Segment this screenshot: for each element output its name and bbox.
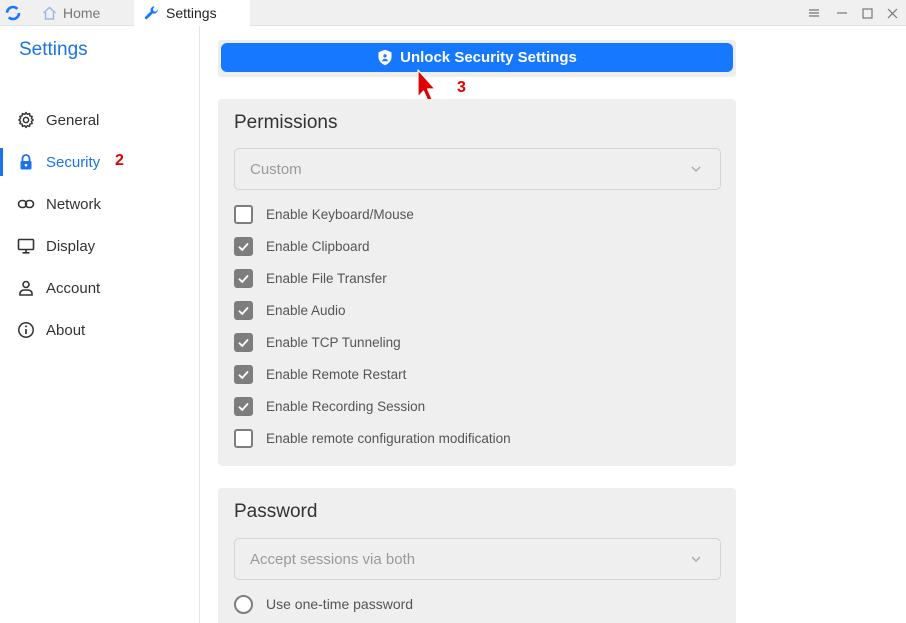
- chevron-down-icon: [691, 166, 701, 172]
- permissions-card: Permissions Custom Enable Keyboard/Mouse…: [218, 99, 736, 466]
- checkbox-label: Enable Keyboard/Mouse: [266, 206, 414, 222]
- checkbox[interactable]: [234, 204, 253, 224]
- gear-icon: [18, 111, 34, 129]
- tab-home-label: Home: [63, 5, 101, 21]
- unlock-bar: Unlock Security Settings: [218, 40, 736, 77]
- password-mode-value: Accept sessions via both: [250, 551, 416, 568]
- checkbox-label: Enable Remote Restart: [266, 366, 407, 382]
- radio-label: Use one-time password: [266, 596, 414, 612]
- sidebar-title: Settings: [19, 39, 88, 60]
- app-logo-icon: [5, 5, 21, 21]
- wrench-icon: [144, 6, 158, 20]
- sidebar-item-display[interactable]: Display: [0, 228, 199, 264]
- checkbox[interactable]: [234, 396, 253, 416]
- sidebar-item-account[interactable]: Account: [0, 270, 199, 306]
- main-panel: Unlock Security Settings 3 Permissions C…: [200, 26, 906, 623]
- checkbox-tcp-tunneling[interactable]: Enable TCP Tunneling: [234, 331, 401, 353]
- checkbox[interactable]: [234, 300, 253, 320]
- checkbox-clipboard[interactable]: Enable Clipboard: [234, 235, 370, 257]
- checkbox-label: Enable TCP Tunneling: [266, 334, 401, 350]
- link-icon: [17, 199, 35, 209]
- sidebar: Settings General Security 2 Network Disp…: [0, 26, 200, 623]
- checkbox-remote-restart[interactable]: Enable Remote Restart: [234, 363, 406, 385]
- checkbox-audio[interactable]: Enable Audio: [234, 299, 346, 321]
- checkbox[interactable]: [234, 268, 253, 288]
- unlock-button-label: Unlock Security Settings: [400, 49, 577, 66]
- sidebar-item-general[interactable]: General: [0, 102, 199, 138]
- checkbox-remote-config-modification[interactable]: Enable remote configuration modification: [234, 427, 511, 449]
- sidebar-item-label: General: [46, 111, 100, 129]
- checkbox-keyboard-mouse[interactable]: Enable Keyboard/Mouse: [234, 203, 414, 225]
- checkbox[interactable]: [234, 332, 253, 352]
- menu-icon[interactable]: [804, 3, 824, 23]
- checkbox[interactable]: [234, 364, 253, 384]
- step-marker-2: 2: [115, 152, 124, 169]
- home-icon: [42, 6, 57, 20]
- shield-icon: [378, 49, 392, 66]
- step-marker-3: 3: [457, 79, 466, 96]
- chevron-down-icon: [691, 556, 701, 562]
- sidebar-item-label: Security: [46, 153, 101, 171]
- minimize-icon[interactable]: [832, 3, 852, 23]
- title-bar: Home Settings: [0, 0, 906, 26]
- permissions-mode-value: Custom: [250, 161, 302, 178]
- checkmark-icon: [238, 402, 249, 411]
- red-cursor-arrow-icon: [417, 69, 436, 102]
- user-icon: [19, 280, 33, 296]
- password-card: Password Accept sessions via both Use on…: [218, 488, 736, 623]
- password-mode-select[interactable]: Accept sessions via both: [234, 538, 721, 580]
- close-icon[interactable]: [882, 3, 902, 23]
- info-icon: [18, 322, 34, 338]
- checkbox[interactable]: [234, 428, 253, 448]
- checkbox-label: Enable Recording Session: [266, 398, 426, 414]
- sidebar-item-about[interactable]: About: [0, 312, 199, 348]
- sidebar-item-label: Account: [46, 279, 101, 297]
- checkbox[interactable]: [234, 236, 253, 256]
- permissions-title: Permissions: [234, 112, 338, 133]
- password-title: Password: [234, 501, 318, 522]
- sidebar-item-security[interactable]: Security 2: [0, 144, 199, 180]
- permissions-mode-select[interactable]: Custom: [234, 148, 721, 190]
- maximize-icon[interactable]: [857, 3, 877, 23]
- unlock-security-settings-button[interactable]: Unlock Security Settings: [221, 43, 733, 72]
- checkmark-icon: [238, 242, 249, 251]
- checkmark-icon: [238, 338, 249, 347]
- checkbox-label: Enable Clipboard: [266, 238, 370, 254]
- sidebar-item-label: Display: [46, 237, 96, 255]
- lock-icon: [20, 154, 32, 170]
- tab-settings-label: Settings: [166, 5, 217, 21]
- checkmark-icon: [238, 306, 249, 315]
- checkmark-icon: [238, 274, 249, 283]
- radio-one-time-password[interactable]: Use one-time password: [234, 593, 413, 615]
- checkbox-label: Enable File Transfer: [266, 270, 387, 286]
- checkbox-file-transfer[interactable]: Enable File Transfer: [234, 267, 387, 289]
- monitor-icon: [17, 238, 35, 254]
- checkbox-label: Enable Audio: [266, 302, 346, 318]
- radio-button[interactable]: [234, 594, 253, 614]
- checkbox-recording-session[interactable]: Enable Recording Session: [234, 395, 425, 417]
- tab-settings[interactable]: Settings: [134, 0, 250, 26]
- tab-home[interactable]: Home: [32, 0, 132, 26]
- checkmark-icon: [238, 370, 249, 379]
- checkbox-label: Enable remote configuration modification: [266, 430, 511, 446]
- sidebar-item-network[interactable]: Network: [0, 186, 199, 222]
- sidebar-item-label: About: [46, 321, 86, 339]
- sidebar-item-label: Network: [46, 195, 102, 213]
